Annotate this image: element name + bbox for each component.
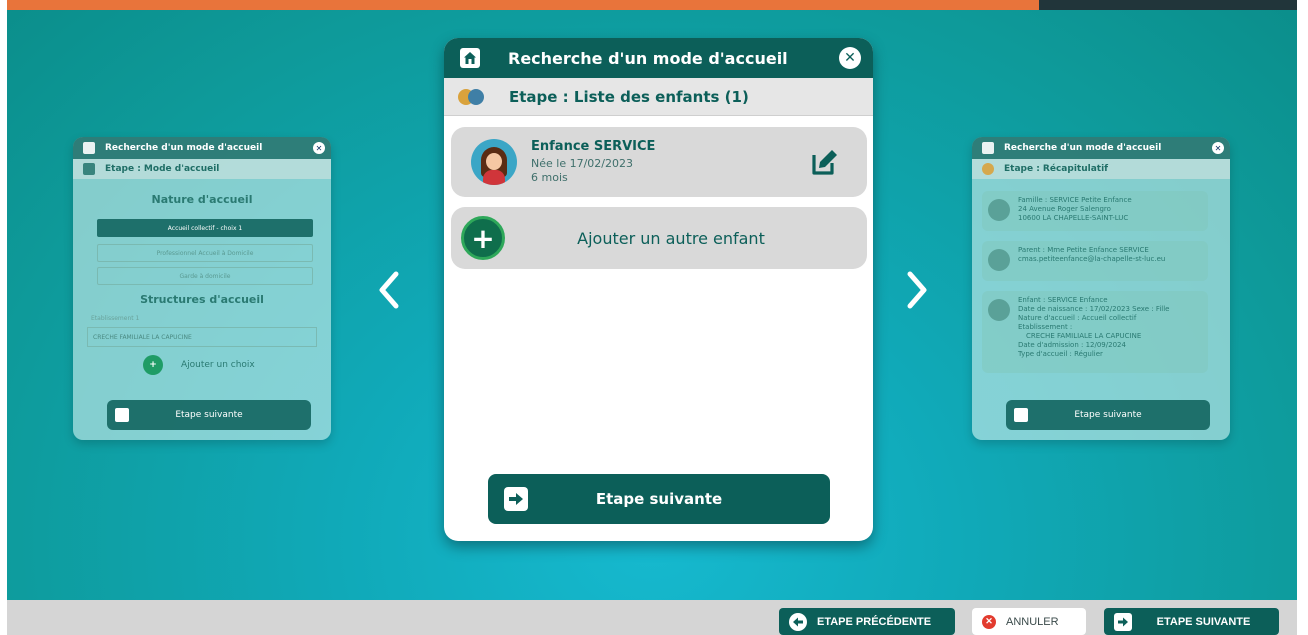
arrow-right-icon bbox=[1114, 612, 1132, 631]
plus-icon: + bbox=[143, 355, 163, 375]
modal-step-bar: Etape : Liste des enfants (1) bbox=[444, 78, 873, 116]
child-avatar-icon bbox=[988, 299, 1010, 321]
chevron-right-icon[interactable] bbox=[902, 265, 932, 315]
home-icon bbox=[460, 48, 480, 68]
progress-fill bbox=[7, 0, 1039, 10]
next-card-next-label: Etape suivante bbox=[1074, 410, 1142, 420]
family-icon bbox=[988, 199, 1010, 221]
parent-summary: Parent : Mme Petite Enfance SERVICE cmas… bbox=[982, 241, 1208, 281]
previous-card-next-label: Etape suivante bbox=[175, 410, 243, 420]
edit-icon[interactable] bbox=[805, 142, 845, 182]
child-line-1: Enfant : SERVICE Enfance bbox=[1018, 296, 1108, 304]
section-title-structures: Structures d'accueil bbox=[140, 293, 264, 306]
child-summary: Enfant : SERVICE Enfance Date de naissan… bbox=[982, 291, 1208, 373]
family-line-2: 24 Avenue Roger Salengro bbox=[1018, 205, 1111, 213]
next-card-next-button: Etape suivante bbox=[1006, 400, 1210, 430]
cancel-label: ANNULER bbox=[1006, 615, 1059, 628]
carousel-stage: Recherche d'un mode d'accueil ✕ Etape : … bbox=[7, 0, 1297, 600]
next-step-label: Etape suivante bbox=[595, 490, 723, 508]
arrow-right-icon bbox=[504, 487, 528, 511]
child-line-3: Nature d'accueil : Accueil collectif bbox=[1018, 314, 1137, 322]
family-line-1: Famille : SERVICE Petite Enfance bbox=[1018, 196, 1132, 204]
next-card-header: Recherche d'un mode d'accueil ✕ bbox=[972, 137, 1230, 159]
previous-card-step: Etape : Mode d'accueil bbox=[73, 159, 331, 179]
child-line-4: Etablissement : bbox=[1018, 323, 1073, 331]
next-step-button[interactable]: Etape suivante bbox=[488, 474, 830, 524]
previous-card-title: Recherche d'un mode d'accueil bbox=[105, 143, 263, 153]
chevron-left-icon[interactable] bbox=[374, 265, 404, 315]
child-birth: Née le 17/02/2023 bbox=[531, 157, 633, 170]
children-icon bbox=[982, 163, 994, 175]
previous-card-step-label: Etape : Mode d'accueil bbox=[105, 164, 220, 174]
family-line-3: 10600 LA CHAPELLE-SAINT-LUC bbox=[1018, 214, 1129, 222]
child-line-2: Date de naissance : 17/02/2023 Sexe : Fi… bbox=[1018, 305, 1170, 313]
arrow-right-icon bbox=[115, 408, 129, 422]
search-modal: Recherche d'un mode d'accueil ✕ Etape : … bbox=[444, 38, 873, 541]
family-summary: Famille : SERVICE Petite Enfance 24 Aven… bbox=[982, 191, 1208, 231]
add-choice-label: Ajouter un choix bbox=[181, 360, 255, 370]
option-collectif: Accueil collectif - choix 1 bbox=[97, 219, 313, 237]
home-icon bbox=[83, 142, 95, 154]
field-label: Etablissement 1 bbox=[91, 315, 140, 322]
previous-step-button[interactable]: ETAPE PRÉCÉDENTE bbox=[779, 608, 955, 635]
previous-step-label: ETAPE PRÉCÉDENTE bbox=[817, 615, 932, 628]
next-step-toolbar-label: ETAPE SUIVANTE bbox=[1156, 615, 1251, 628]
child-age: 6 mois bbox=[531, 171, 568, 184]
next-step-toolbar-button[interactable]: ETAPE SUIVANTE bbox=[1104, 608, 1279, 635]
step-label: Etape : Liste des enfants (1) bbox=[509, 87, 749, 106]
arrow-right-icon bbox=[1014, 408, 1028, 422]
next-card-title: Recherche d'un mode d'accueil bbox=[1004, 143, 1162, 153]
progress-bar bbox=[7, 0, 1297, 10]
next-step-card[interactable]: Recherche d'un mode d'accueil ✕ Etape : … bbox=[972, 137, 1230, 440]
previous-step-card[interactable]: Recherche d'un mode d'accueil ✕ Etape : … bbox=[73, 137, 331, 440]
previous-card-next-button: Etape suivante bbox=[107, 400, 311, 430]
modal-header: Recherche d'un mode d'accueil ✕ bbox=[444, 38, 873, 78]
next-card-step: Etape : Récapitulatif bbox=[972, 159, 1230, 179]
child-name: Enfance SERVICE bbox=[531, 139, 656, 154]
next-card-step-label: Etape : Récapitulatif bbox=[1004, 164, 1109, 174]
section-title-nature: Nature d'accueil bbox=[151, 193, 253, 206]
field-select: CRECHE FAMILIALE LA CAPUCINE bbox=[87, 327, 317, 347]
option-domicile-pro: Professionnel Accueil à Domicile bbox=[97, 244, 313, 262]
child-row[interactable]: Enfance SERVICE Née le 17/02/2023 6 mois bbox=[451, 127, 867, 197]
close-icon: ✕ bbox=[1212, 142, 1224, 154]
cancel-x-icon: ✕ bbox=[982, 614, 996, 629]
close-icon: ✕ bbox=[313, 142, 325, 154]
option-garde: Garde à domicile bbox=[97, 267, 313, 285]
plus-icon: + bbox=[461, 216, 505, 260]
close-button[interactable]: ✕ bbox=[839, 47, 861, 69]
children-icon bbox=[458, 86, 484, 108]
add-choice: + Ajouter un choix bbox=[143, 355, 255, 375]
child-avatar-icon bbox=[471, 139, 517, 185]
previous-card-header: Recherche d'un mode d'accueil ✕ bbox=[73, 137, 331, 159]
home-icon bbox=[982, 142, 994, 154]
cancel-button[interactable]: ✕ ANNULER bbox=[972, 608, 1086, 635]
child-line-5: CRECHE FAMILIALE LA CAPUCINE bbox=[1026, 332, 1142, 340]
arrow-left-icon bbox=[789, 612, 807, 631]
parent-icon bbox=[988, 249, 1010, 271]
home-icon bbox=[83, 163, 95, 175]
add-child-button[interactable]: + Ajouter un autre enfant bbox=[451, 207, 867, 269]
child-line-6: Date d'admission : 12/09/2024 bbox=[1018, 341, 1126, 349]
modal-title: Recherche d'un mode d'accueil bbox=[508, 48, 788, 68]
parent-line-2: cmas.petiteenfance@la-chapelle-st-luc.eu bbox=[1018, 255, 1166, 263]
parent-line-1: Parent : Mme Petite Enfance SERVICE bbox=[1018, 246, 1149, 254]
add-child-label: Ajouter un autre enfant bbox=[577, 228, 765, 248]
child-line-7: Type d'accueil : Régulier bbox=[1018, 350, 1103, 358]
